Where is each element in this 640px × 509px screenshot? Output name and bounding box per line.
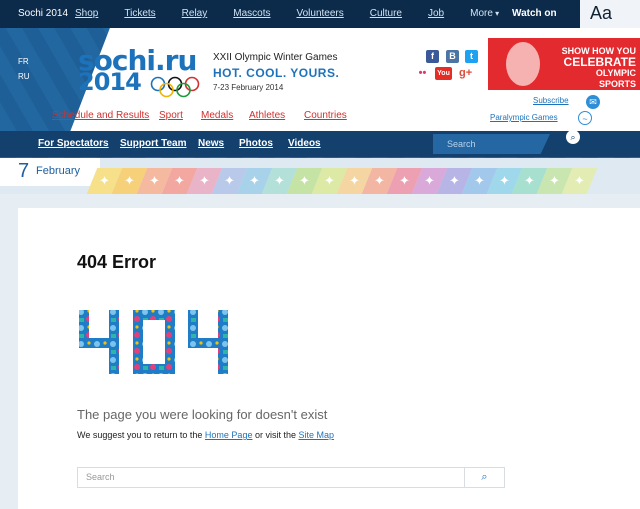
suggest-prefix: We suggest you to return to the [77, 430, 205, 440]
sport-pictogram-icon: ✦ [524, 173, 535, 188]
sport-pictogram-icon: ✦ [349, 173, 360, 188]
suggest-middle: or visit the [252, 430, 299, 440]
sport-pictogram-icon: ✦ [149, 173, 160, 188]
sport-pictogram-icon: ✦ [199, 173, 210, 188]
suggest-text: We suggest you to return to the Home Pag… [77, 430, 334, 440]
lang-ru-link[interactable]: RU [18, 72, 30, 81]
top-link-relay[interactable]: Relay [182, 8, 208, 19]
sport-pictogram-icon: ✦ [499, 173, 510, 188]
sport-pictogram-icon: ✦ [299, 173, 310, 188]
search-icon[interactable]: ⌕ [566, 130, 580, 144]
top-link-job[interactable]: Job [428, 8, 444, 19]
olympic-rings-icon [150, 76, 200, 98]
youtube-icon[interactable]: You [435, 67, 452, 80]
header-search-placeholder: Search [447, 139, 476, 149]
sport-pictogram-icon: ✦ [399, 173, 410, 188]
promo-text: SHOW HOW YOU CELEBRATE OLYMPIC SPORTS [560, 46, 636, 90]
nav-sport[interactable]: Sport [159, 110, 183, 121]
top-bar: Sochi 2014 Shop Tickets Relay Mascots Vo… [0, 0, 640, 28]
nav-medals[interactable]: Medals [201, 110, 233, 121]
promo-banner[interactable]: SHOW HOW YOU CELEBRATE OLYMPIC SPORTS [488, 38, 640, 90]
nav-countries[interactable]: Countries [304, 110, 347, 121]
nav-support-team[interactable]: Support Team [120, 138, 186, 149]
digit-0 [133, 310, 175, 374]
subscribe-link[interactable]: Subscribe [533, 96, 569, 105]
sport-pictogram-icon: ✦ [249, 173, 260, 188]
error-code-graphic [79, 310, 228, 374]
sport-pictogram-icon: ✦ [549, 173, 560, 188]
sport-pictogram-icon: ✦ [424, 173, 435, 188]
nav-for-spectators[interactable]: For Spectators [38, 138, 109, 149]
nav-news[interactable]: News [198, 138, 224, 149]
sport-icons-strip: ✦ ✦ ✦ ✦ ✦ ✦ ✦ ✦ ✦ ✦ ✦ ✦ ✦ ✦ ✦ ✦ ✦ ✦ ✦ ✦ [86, 168, 598, 194]
font-size-label: Aa [590, 3, 613, 23]
top-link-shop[interactable]: Shop [75, 8, 98, 19]
sport-pictogram-icon: ✦ [99, 173, 110, 188]
nav-photos[interactable]: Photos [239, 138, 273, 149]
search-button[interactable]: ⌕ [464, 468, 504, 487]
top-link-more[interactable]: More [470, 8, 499, 19]
paralympic-link[interactable]: Paralympic Games [490, 113, 558, 122]
header-search-input[interactable]: Search [433, 134, 550, 154]
sport-pictogram-icon: ✦ [124, 173, 135, 188]
digit-4-left [79, 310, 119, 374]
sport-pictogram-icon: ✦ [574, 173, 585, 188]
paralympic-icon[interactable]: ~ [578, 111, 592, 125]
games-slogan: HOT. COOL. YOURS. [213, 66, 340, 80]
nav-videos[interactable]: Videos [288, 138, 321, 149]
sport-pictogram-icon: ✦ [224, 173, 235, 188]
lang-fr-link[interactable]: FR [18, 57, 29, 66]
games-dates: 7-23 February 2014 [213, 83, 284, 92]
flickr-icon[interactable]: •• [416, 67, 429, 80]
date-month[interactable]: February [36, 165, 80, 177]
skier-illustration [506, 42, 540, 86]
site-map-link[interactable]: Site Map [298, 430, 334, 440]
sport-pictogram-icon: ✦ [174, 173, 185, 188]
error-message: The page you were looking for doesn't ex… [77, 407, 328, 422]
facebook-icon[interactable]: f [426, 50, 439, 63]
sport-pictogram-icon: ✦ [449, 173, 460, 188]
search-icon: ⌕ [481, 471, 488, 483]
page-title: 404 Error [77, 252, 157, 272]
search-input[interactable]: Search ⌕ [77, 467, 505, 488]
search-placeholder: Search [86, 472, 115, 482]
twitter-icon[interactable]: t [465, 50, 478, 63]
watch-on-link[interactable]: Watch on [512, 8, 557, 19]
brand-link[interactable]: Sochi 2014 [18, 8, 68, 19]
sport-pictogram-icon: ✦ [374, 173, 385, 188]
sport-pictogram-icon: ✦ [274, 173, 285, 188]
top-link-volunteers[interactable]: Volunteers [296, 8, 343, 19]
promo-line-2: CELEBRATE [563, 55, 636, 69]
top-link-tickets[interactable]: Tickets [124, 8, 155, 19]
vk-icon[interactable]: B [446, 50, 459, 63]
promo-line-3: OLYMPIC SPORTS [595, 68, 636, 89]
top-links: Shop Tickets Relay Mascots Volunteers Cu… [75, 8, 525, 19]
games-title: XXII Olympic Winter Games [213, 52, 338, 63]
font-size-button[interactable]: Aa [580, 0, 640, 28]
digit-4-right [188, 310, 228, 374]
subscribe-icon[interactable]: ✉ [586, 95, 600, 109]
nav-schedule[interactable]: Schedule and Results [52, 110, 149, 121]
home-page-link[interactable]: Home Page [205, 430, 253, 440]
google-plus-icon[interactable]: g+ [459, 67, 472, 80]
date-day[interactable]: 7 [18, 160, 29, 183]
top-link-mascots[interactable]: Mascots [233, 8, 270, 19]
top-link-culture[interactable]: Culture [370, 8, 402, 19]
logo-year[interactable]: 2014 [78, 68, 142, 96]
nav-athletes[interactable]: Athletes [249, 110, 285, 121]
sport-pictogram-icon: ✦ [474, 173, 485, 188]
sport-pictogram-icon: ✦ [324, 173, 335, 188]
